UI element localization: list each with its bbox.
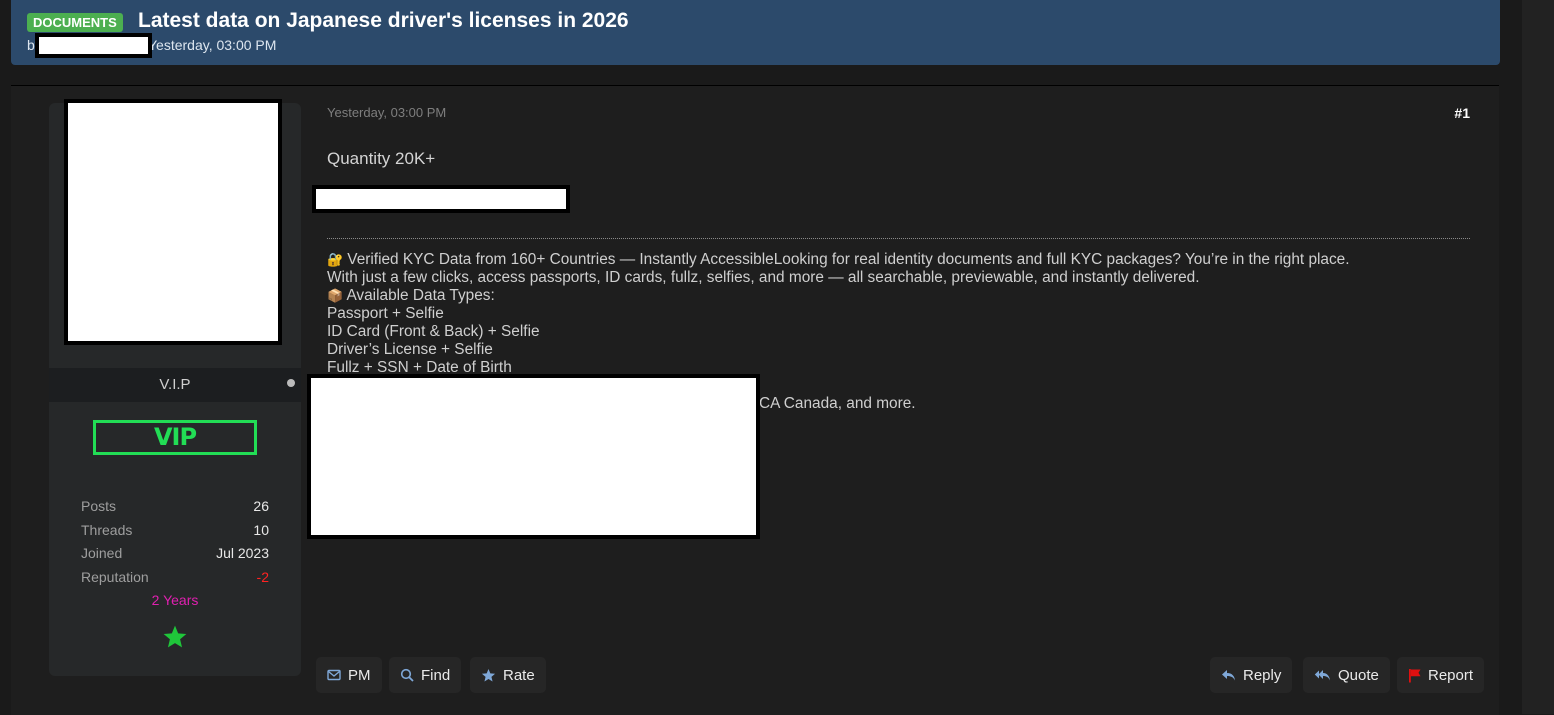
find-button[interactable]: Find xyxy=(389,657,462,693)
pm-label: PM xyxy=(348,666,371,684)
stat-label: Posts xyxy=(81,498,117,514)
post-line: ID Card (Front & Back) + Selfie xyxy=(327,323,540,340)
flag-icon xyxy=(1409,668,1421,682)
pm-button[interactable]: PM xyxy=(316,657,382,693)
stat-row-reputation: Reputation -2 xyxy=(81,569,269,593)
reply-all-icon xyxy=(1314,669,1330,680)
reply-arrow-icon xyxy=(1222,669,1235,680)
rate-button[interactable]: Rate xyxy=(470,657,546,693)
post-date: Yesterday, 03:00 PM xyxy=(327,105,447,120)
vip-badge: VIP xyxy=(93,420,257,455)
post-permalink[interactable]: #1 xyxy=(1454,105,1470,121)
search-icon xyxy=(400,668,414,682)
thread-date: Yesterday, 03:00 PM xyxy=(148,37,277,53)
stat-row-posts: Posts 26 xyxy=(81,498,269,522)
stat-label: Joined xyxy=(81,545,123,562)
stat-row-threads: Threads 10 xyxy=(81,522,269,546)
thread-header: DOCUMENTS Latest data on Japanese driver… xyxy=(11,0,1500,65)
redacted-link xyxy=(312,185,570,213)
redacted-author-name xyxy=(35,33,152,58)
post: V.I.P VIP Posts 26 Threads 10 Joined Jul… xyxy=(11,85,1499,715)
stat-value[interactable]: 10 xyxy=(253,522,269,538)
star-icon xyxy=(481,668,496,681)
post-line-partial: CA Canada, and more. xyxy=(759,395,916,412)
envelope-icon xyxy=(327,669,341,681)
user-tenure: 2 Years xyxy=(151,592,199,608)
stat-label: Threads xyxy=(81,521,133,538)
stat-label: Reputation xyxy=(81,569,149,586)
reply-button[interactable]: Reply xyxy=(1210,657,1293,693)
online-status-dot xyxy=(287,379,295,387)
redacted-avatar xyxy=(64,99,282,345)
lock-key-icon: 🔐 xyxy=(327,252,344,267)
post-line: Passport + Selfie xyxy=(327,305,444,322)
find-label: Find xyxy=(421,666,451,684)
report-button[interactable]: Report xyxy=(1397,657,1485,693)
rate-label: Rate xyxy=(503,666,535,684)
user-rank: V.I.P xyxy=(49,368,301,402)
stat-value: Jul 2023 xyxy=(216,545,269,562)
divider xyxy=(327,238,1470,239)
user-stats: Posts 26 Threads 10 Joined Jul 2023 Repu… xyxy=(81,498,269,593)
post-subject: Quantity 20K+ xyxy=(327,149,436,168)
green-star-icon xyxy=(163,625,187,648)
post-line: 🔐 Verified KYC Data from 160+ Countries … xyxy=(327,251,1350,268)
quote-button[interactable]: Quote xyxy=(1303,657,1390,693)
stat-row-joined: Joined Jul 2023 xyxy=(81,545,269,569)
post-body: 🔐 Verified KYC Data from 160+ Countries … xyxy=(327,251,1350,377)
redacted-image xyxy=(307,374,760,539)
page-right-gutter xyxy=(1522,0,1554,714)
user-card: V.I.P VIP Posts 26 Threads 10 Joined Jul… xyxy=(49,99,301,676)
stat-value[interactable]: -2 xyxy=(257,569,269,585)
thread-prefix-badge[interactable]: DOCUMENTS xyxy=(27,13,123,32)
post-line: Driver’s License + Selfie xyxy=(327,341,493,358)
stat-value[interactable]: 26 xyxy=(253,498,269,514)
report-label: Report xyxy=(1428,666,1474,684)
package-icon: 📦 xyxy=(327,288,344,303)
thread-title: Latest data on Japanese driver's license… xyxy=(138,9,629,32)
reply-label: Reply xyxy=(1243,666,1282,684)
post-line: With just a few clicks, access passports… xyxy=(327,269,1200,286)
post-line: 📦 Available Data Types: xyxy=(327,287,495,304)
quote-label: Quote xyxy=(1338,666,1379,684)
